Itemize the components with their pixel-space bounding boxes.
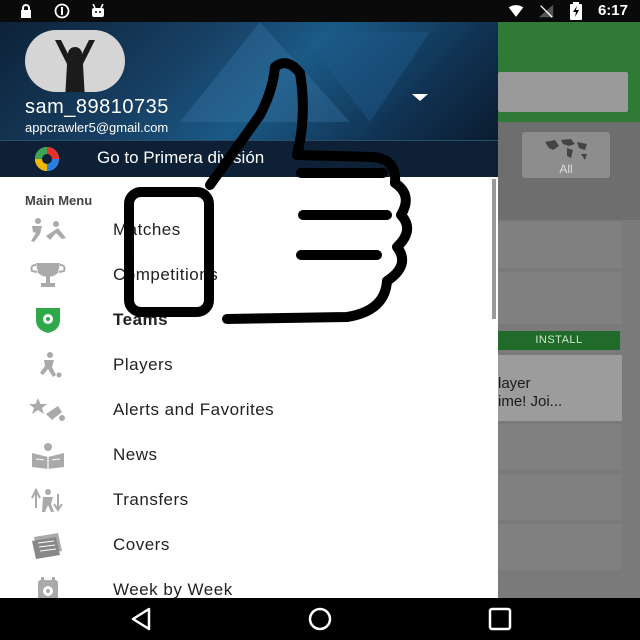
back-icon[interactable] — [127, 606, 155, 632]
header-decoration — [300, 32, 430, 122]
recents-icon[interactable] — [486, 606, 514, 632]
navigation-drawer: sam_89810735 appcrawler5@gmail.com Go to… — [0, 22, 498, 598]
menu-item-covers[interactable]: Covers — [0, 523, 498, 568]
ad-line-1: layer — [498, 375, 531, 392]
menu-item-label: News — [113, 445, 158, 464]
app-list-row[interactable] — [498, 424, 622, 470]
menu-item-label: Matches — [113, 220, 181, 239]
menu-item-competitions[interactable]: Competitions — [0, 253, 498, 298]
menu-item-label: Competitions — [113, 265, 219, 284]
battery-charging-icon — [568, 1, 584, 20]
app-list-row[interactable] — [498, 222, 622, 268]
shield-ball-icon — [36, 308, 60, 333]
transfer-icon — [31, 487, 63, 512]
menu-item-transfers[interactable]: Transfers — [0, 478, 498, 523]
menu-item-label: Players — [113, 355, 174, 374]
install-button[interactable]: INSTALL — [498, 331, 620, 350]
no-signal-icon — [538, 3, 554, 19]
menu-item-week-by-week[interactable]: Week by Week — [0, 568, 498, 598]
home-icon[interactable] — [306, 606, 334, 632]
league-link-label: Go to Primera división — [97, 148, 265, 167]
app-search-field[interactable] — [498, 72, 628, 112]
drawer-header: sam_89810735 appcrawler5@gmail.com — [0, 22, 498, 140]
lock-icon — [18, 3, 34, 19]
players-tackle-icon — [31, 218, 66, 242]
menu-item-label: Covers — [113, 535, 170, 554]
menu-item-matches[interactable]: Matches — [0, 208, 498, 253]
system-nav-bar — [0, 598, 640, 640]
menu-item-players[interactable]: Players — [0, 343, 498, 388]
filter-all-label: All — [559, 162, 573, 176]
ad-line-2: ime! Joi... — [498, 393, 563, 410]
wifi-icon — [508, 3, 524, 19]
android-icon — [90, 3, 106, 19]
drawer-scrollbar[interactable] — [492, 179, 496, 319]
app-list-row[interactable] — [498, 272, 622, 324]
app-list-row[interactable] — [498, 524, 622, 570]
menu-item-label: Teams — [113, 310, 169, 329]
menu-item-label: Week by Week — [113, 580, 233, 598]
user-email: appcrawler5@gmail.com — [25, 120, 169, 135]
league-link[interactable]: Go to Primera división — [0, 140, 498, 177]
ad-card[interactable]: layer ime! Joi... — [498, 355, 622, 421]
calendar-ball-icon — [38, 577, 58, 598]
player-kick-icon — [40, 352, 62, 378]
status-time: 6:17 — [597, 2, 628, 19]
newspaper-icon — [32, 443, 64, 469]
avatar[interactable] — [25, 30, 125, 92]
laliga-logo-icon — [35, 147, 59, 171]
star-ball-icon — [29, 398, 65, 421]
world-map-icon — [545, 139, 587, 160]
trophy-icon — [30, 263, 66, 287]
account-dropdown-icon[interactable] — [412, 94, 428, 101]
app-list-row[interactable] — [498, 474, 622, 520]
menu-item-alerts-favorites[interactable]: Alerts and Favorites — [0, 388, 498, 433]
menu-item-teams[interactable]: Teams — [0, 298, 498, 343]
status-bar: 6:17 — [0, 0, 640, 22]
filter-all-chip[interactable]: All — [522, 132, 610, 178]
alert-icon — [54, 3, 70, 19]
player-silhouette-icon — [55, 40, 95, 92]
menu-item-label: Transfers — [113, 490, 189, 509]
covers-icon — [32, 533, 62, 559]
menu-item-label: Alerts and Favorites — [113, 400, 275, 419]
menu-item-news[interactable]: News — [0, 433, 498, 478]
username: sam_89810735 — [25, 96, 169, 118]
section-label-main-menu: Main Menu — [25, 193, 93, 208]
